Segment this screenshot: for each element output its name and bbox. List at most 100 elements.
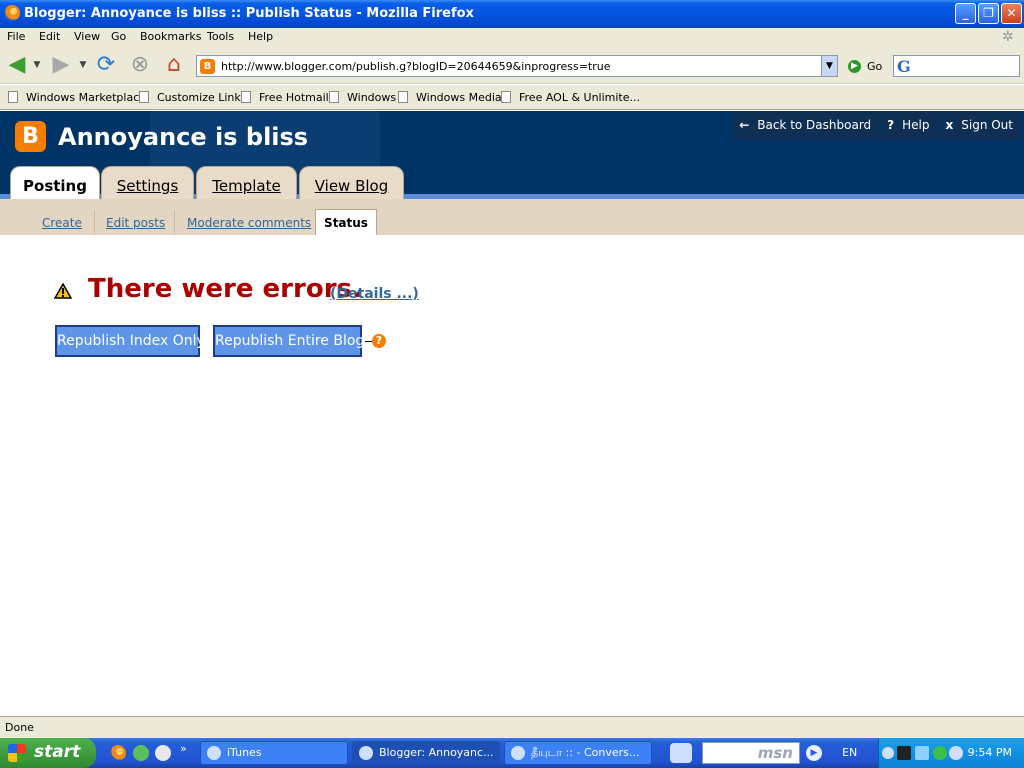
menu-view[interactable]: View: [74, 30, 100, 43]
republish-index-button[interactable]: Republish Index Only: [55, 325, 205, 357]
divider: [94, 210, 95, 236]
tab-template[interactable]: Template: [196, 166, 297, 199]
sub-navigation: Create Edit posts Moderate comments Stat…: [0, 199, 1024, 236]
page-icon: [398, 91, 408, 103]
messenger-icon: [511, 746, 525, 760]
url-dropdown-icon[interactable]: ▼: [821, 56, 837, 76]
close-button[interactable]: ✕: [1001, 3, 1022, 24]
google-search-icon: G: [897, 57, 911, 76]
go-icon: ▶: [848, 59, 861, 73]
sign-out-link[interactable]: x Sign Out: [939, 112, 1021, 140]
itunes-icon: [207, 746, 221, 760]
window-title: Blogger: Annoyance is bliss :: Publish S…: [24, 6, 474, 21]
windows-logo-icon: [8, 744, 26, 762]
taskbar-item-firefox[interactable]: Blogger: Annoyanc...: [352, 741, 500, 765]
page-icon: [139, 91, 149, 103]
republish-entire-button[interactable]: Republish Entire Blog: [213, 325, 364, 357]
top-links: ← Back to Dashboard ? Help x Sign Out: [733, 112, 1021, 140]
arrow-left-icon: ←: [739, 118, 750, 132]
firefox-icon: [4, 5, 20, 21]
main-content: There were errors. (Details ...) Republi…: [0, 235, 1024, 716]
throbber-icon: ✲: [1002, 29, 1014, 45]
close-icon: x: [945, 118, 954, 132]
menu-edit[interactable]: Edit: [39, 30, 60, 43]
firefox-quicklaunch-icon[interactable]: [110, 745, 126, 761]
stop-icon[interactable]: ⊗: [127, 52, 153, 78]
blogger-favicon-icon: B: [200, 59, 215, 74]
menu-tools[interactable]: Tools: [207, 30, 234, 43]
network-icon[interactable]: [915, 746, 929, 760]
tab-view-blog[interactable]: View Blog: [299, 166, 404, 199]
go-label: Go: [867, 59, 883, 73]
maximize-button[interactable]: ❐: [978, 3, 999, 24]
page-icon: [241, 91, 251, 103]
media-player-quicklaunch-icon[interactable]: [155, 745, 171, 761]
republish-help-link[interactable]: ?: [365, 334, 386, 348]
blogger-header: B Annoyance is bliss ← Back to Dashboard …: [0, 111, 1024, 199]
menu-bar: File Edit View Go Bookmarks Tools Help ✲: [0, 28, 1024, 46]
url-text: http://www.blogger.com/publish.g?blogID=…: [221, 60, 611, 73]
menu-bookmarks[interactable]: Bookmarks: [140, 30, 201, 43]
quicklaunch-more-icon[interactable]: »: [180, 742, 187, 755]
blogger-logo-icon[interactable]: B: [15, 121, 46, 152]
page-icon: [501, 91, 511, 103]
details-link[interactable]: (Details ...): [330, 286, 419, 302]
bookmark-item[interactable]: Windows Media: [398, 91, 502, 104]
msn-toolbar-icon[interactable]: [670, 743, 692, 763]
divider: [174, 210, 175, 236]
back-dropdown-icon[interactable]: ▼: [30, 52, 44, 78]
back-to-dashboard-link[interactable]: ← Back to Dashboard: [733, 112, 880, 140]
bookmark-item[interactable]: Free Hotmail: [241, 91, 329, 104]
bookmark-item[interactable]: Windows: [329, 91, 396, 104]
system-tray: 9:54 PM: [878, 738, 1024, 768]
blog-title[interactable]: Annoyance is bliss: [58, 123, 308, 151]
taskbar-item-itunes[interactable]: iTunes: [200, 741, 348, 765]
messenger-tray-icon[interactable]: [949, 746, 963, 760]
security-icon[interactable]: [933, 746, 947, 760]
help-link[interactable]: ? Help: [881, 112, 938, 140]
search-box[interactable]: G: [893, 55, 1020, 77]
reload-icon[interactable]: ⟳: [93, 52, 119, 78]
subtab-edit-posts[interactable]: Edit posts: [106, 216, 165, 230]
bookmarks-toolbar: Windows Marketplace Customize Links Free…: [0, 85, 1024, 110]
tray-expand-icon[interactable]: [882, 747, 894, 759]
help-icon: ?: [372, 334, 386, 348]
help-icon: ?: [887, 118, 895, 132]
back-icon[interactable]: ◀: [4, 52, 30, 78]
window-titlebar: Blogger: Annoyance is bliss :: Publish S…: [0, 0, 1024, 28]
status-bar: Done: [0, 716, 1024, 738]
warning-icon: [54, 283, 72, 299]
language-indicator[interactable]: EN: [842, 746, 857, 759]
dash: [365, 340, 372, 342]
minimize-button[interactable]: _: [955, 3, 976, 24]
subtab-status[interactable]: Status: [315, 209, 377, 235]
subtab-create[interactable]: Create: [42, 216, 82, 230]
page-icon: [8, 91, 18, 103]
windows-taskbar: start » iTunes Blogger: Annoyanc... தீயு…: [0, 738, 1024, 768]
firefox-icon: [359, 746, 373, 760]
tab-settings[interactable]: Settings: [101, 166, 194, 199]
bookmark-item[interactable]: Customize Links: [139, 91, 247, 104]
go-button[interactable]: ▶ Go: [848, 59, 882, 73]
page-icon: [329, 91, 339, 103]
tray-app-icon[interactable]: [897, 746, 911, 760]
error-message: There were errors.: [88, 274, 362, 304]
clock[interactable]: 9:54 PM: [968, 746, 1012, 759]
tab-posting[interactable]: Posting: [10, 166, 100, 199]
subtab-moderate-comments[interactable]: Moderate comments: [187, 216, 311, 230]
status-text: Done: [5, 721, 34, 734]
forward-dropdown-icon[interactable]: ▼: [76, 52, 90, 78]
bookmark-item[interactable]: Free AOL & Unlimite...: [501, 91, 640, 104]
menu-go[interactable]: Go: [111, 30, 126, 43]
taskbar-item-conversation[interactable]: தீயுடா :: - Convers...: [504, 741, 652, 765]
msn-search-box[interactable]: msn: [702, 742, 800, 764]
home-icon[interactable]: ⌂: [161, 52, 187, 78]
start-button[interactable]: start: [0, 738, 96, 768]
msn-search-go-icon[interactable]: ▶: [806, 745, 822, 761]
messenger-quicklaunch-icon[interactable]: [133, 745, 149, 761]
forward-icon[interactable]: ▶: [48, 52, 74, 78]
url-bar[interactable]: B http://www.blogger.com/publish.g?blogI…: [196, 55, 838, 77]
bookmark-item[interactable]: Windows Marketplace: [8, 91, 146, 104]
menu-help[interactable]: Help: [248, 30, 273, 43]
menu-file[interactable]: File: [7, 30, 25, 43]
